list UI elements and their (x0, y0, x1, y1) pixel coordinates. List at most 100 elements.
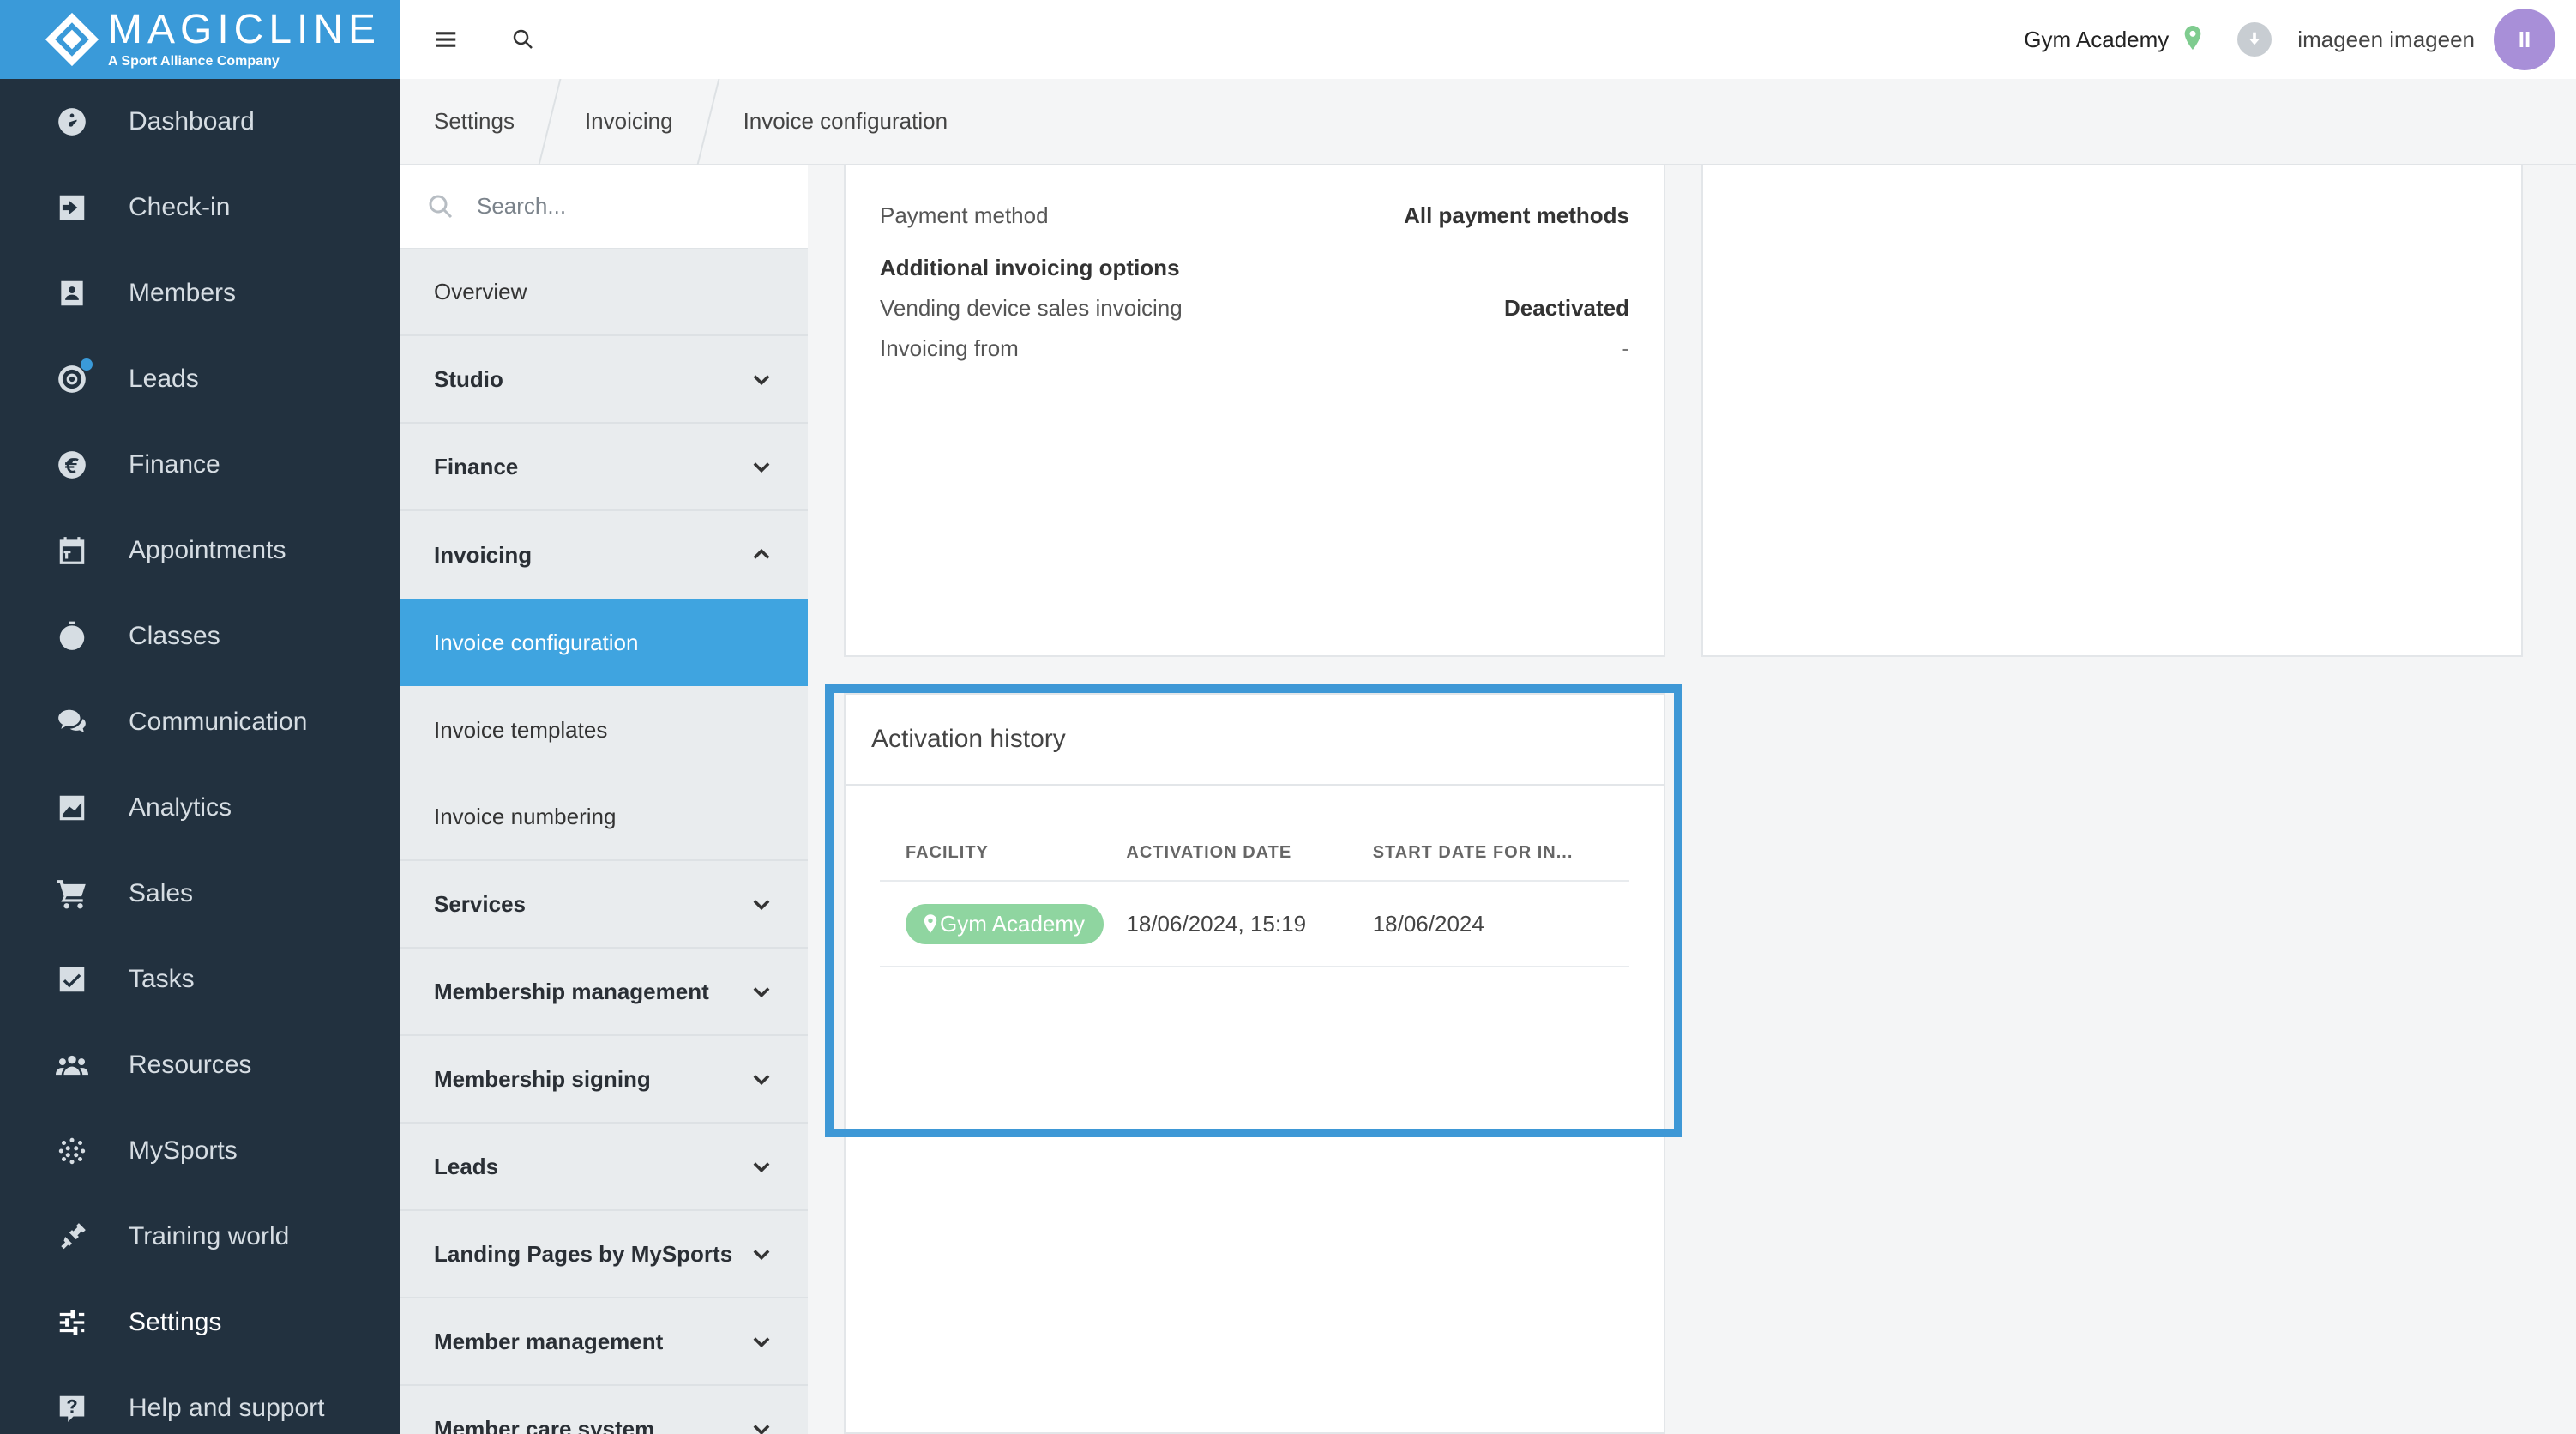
location-pin-icon (2169, 25, 2203, 54)
payment-method-row: Payment method All payment methods (880, 202, 1629, 229)
main-sidebar: MAGICLINE A Sport Alliance Company Dashb… (0, 0, 400, 1434)
main-content: Payment method All payment methods Addit… (808, 165, 2576, 1434)
nav-item-sales[interactable]: Sales (0, 851, 400, 937)
submenu-member-management[interactable]: Member management (400, 1298, 808, 1386)
nav-item-finance[interactable]: Finance (0, 422, 400, 508)
brand-logo[interactable]: MAGICLINE A Sport Alliance Company (0, 0, 400, 79)
nav-label: Tasks (129, 965, 195, 993)
chevron-up-icon (749, 543, 773, 567)
submenu-label: Invoice configuration (434, 629, 639, 655)
submenu-overview[interactable]: Overview (400, 249, 808, 336)
nav-item-mysports[interactable]: MySports (0, 1108, 400, 1194)
chevron-down-icon (749, 1417, 773, 1434)
submenu-label: Invoice templates (434, 716, 608, 743)
submenu-invoice-numbering[interactable]: Invoice numbering (400, 774, 808, 861)
cart-icon (55, 877, 89, 911)
members-icon (55, 276, 89, 310)
nav-label: Members (129, 279, 237, 307)
stopwatch-icon (55, 619, 89, 654)
nav-item-appointments[interactable]: Appointments (0, 508, 400, 593)
dashboard-icon (55, 105, 89, 139)
facility-selector[interactable]: Gym Academy (2024, 27, 2169, 53)
checkbox-icon (55, 962, 89, 997)
chevron-down-icon (749, 1329, 773, 1353)
settings-search (400, 165, 808, 249)
submenu-label: Services (434, 890, 526, 917)
nav-label: Sales (129, 879, 194, 907)
settings-submenu: Overview Studio Finance Invoicing Invoic… (400, 165, 808, 1434)
nav-item-dashboard[interactable]: Dashboard (0, 79, 400, 165)
nav-item-help-and-support[interactable]: Help and support (0, 1365, 400, 1434)
nav-item-members[interactable]: Members (0, 250, 400, 336)
user-name[interactable]: imageen imageen (2297, 27, 2475, 53)
submenu-membership-management[interactable]: Membership management (400, 949, 808, 1036)
nav-label: Training world (129, 1222, 290, 1250)
nav-item-resources[interactable]: Resources (0, 1022, 400, 1108)
additional-options-heading: Additional invoicing options (880, 255, 1180, 280)
submenu-label: Leads (434, 1153, 499, 1179)
submenu-studio[interactable]: Studio (400, 336, 808, 424)
nav-label: Finance (129, 450, 220, 479)
brand-tagline: A Sport Alliance Company (108, 54, 280, 69)
submenu-label: Membership management (434, 978, 709, 1004)
empty-card (1701, 165, 2523, 657)
submenu-landing-pages[interactable]: Landing Pages by MySports (400, 1211, 808, 1298)
settings-search-input[interactable] (477, 193, 785, 220)
nav-label: Check-in (129, 193, 231, 221)
nav-label: Help and support (129, 1394, 325, 1422)
nav-label: Settings (129, 1308, 222, 1336)
breadcrumb-settings[interactable]: Settings (400, 79, 549, 165)
submenu-label: Overview (434, 278, 527, 304)
avatar[interactable]: II (2494, 9, 2555, 70)
search-icon[interactable] (506, 22, 540, 57)
chat-icon (55, 705, 89, 739)
invoicing-from-label: Invoicing from (880, 335, 1019, 361)
submenu-label: Member care system (434, 1415, 655, 1434)
submenu-membership-signing[interactable]: Membership signing (400, 1036, 808, 1124)
submenu-invoicing[interactable]: Invoicing (400, 511, 808, 599)
submenu-services[interactable]: Services (400, 861, 808, 949)
people-icon (55, 1048, 89, 1082)
submenu-invoice-configuration[interactable]: Invoice configuration (400, 599, 808, 686)
nav-item-classes[interactable]: Classes (0, 593, 400, 679)
download-icon[interactable] (2237, 22, 2272, 57)
nav-item-check-in[interactable]: Check-in (0, 165, 400, 250)
payment-method-value: All payment methods (1404, 202, 1629, 228)
submenu-label: Landing Pages by MySports (434, 1240, 733, 1267)
submenu-label: Membership signing (434, 1065, 651, 1092)
nav-item-tasks[interactable]: Tasks (0, 937, 400, 1022)
nav-label: Analytics (129, 793, 232, 822)
help-icon (55, 1391, 89, 1425)
nav-item-leads[interactable]: Leads (0, 336, 400, 422)
chevron-down-icon (749, 1067, 773, 1091)
submenu-invoice-templates[interactable]: Invoice templates (400, 686, 808, 774)
chevron-down-icon (749, 455, 773, 479)
nav-item-analytics[interactable]: Analytics (0, 765, 400, 851)
notification-dot (81, 358, 93, 371)
euro-icon (55, 448, 89, 482)
submenu-label: Invoicing (434, 541, 533, 568)
invoice-config-card: Payment method All payment methods Addit… (844, 165, 1665, 657)
dumbbell-icon (55, 1220, 89, 1254)
nav-item-communication[interactable]: Communication (0, 679, 400, 765)
magicline-logo-icon (45, 12, 99, 67)
submenu-member-care-system[interactable]: Member care system (400, 1386, 808, 1434)
highlight-frame (825, 684, 1682, 1137)
nav-label: Appointments (129, 536, 286, 564)
nav-label: Dashboard (129, 107, 255, 136)
submenu-leads[interactable]: Leads (400, 1124, 808, 1211)
leads-icon (55, 358, 93, 396)
submenu-label: Studio (434, 365, 503, 392)
nav-label: Resources (129, 1051, 252, 1079)
chevron-down-icon (749, 892, 773, 916)
nav-item-settings[interactable]: Settings (0, 1280, 400, 1365)
vending-invoicing-value: Deactivated (1504, 295, 1629, 321)
submenu-finance[interactable]: Finance (400, 424, 808, 511)
nav-item-training-world[interactable]: Training world (0, 1194, 400, 1280)
hamburger-menu-icon[interactable] (429, 22, 463, 57)
nav-label: Leads (129, 365, 199, 393)
submenu-label: Finance (434, 453, 519, 479)
dots-grid-icon (55, 1134, 89, 1168)
breadcrumb-invoice-configuration: Invoice configuration (743, 108, 948, 134)
breadcrumb-invoicing[interactable]: Invoicing (551, 79, 707, 165)
